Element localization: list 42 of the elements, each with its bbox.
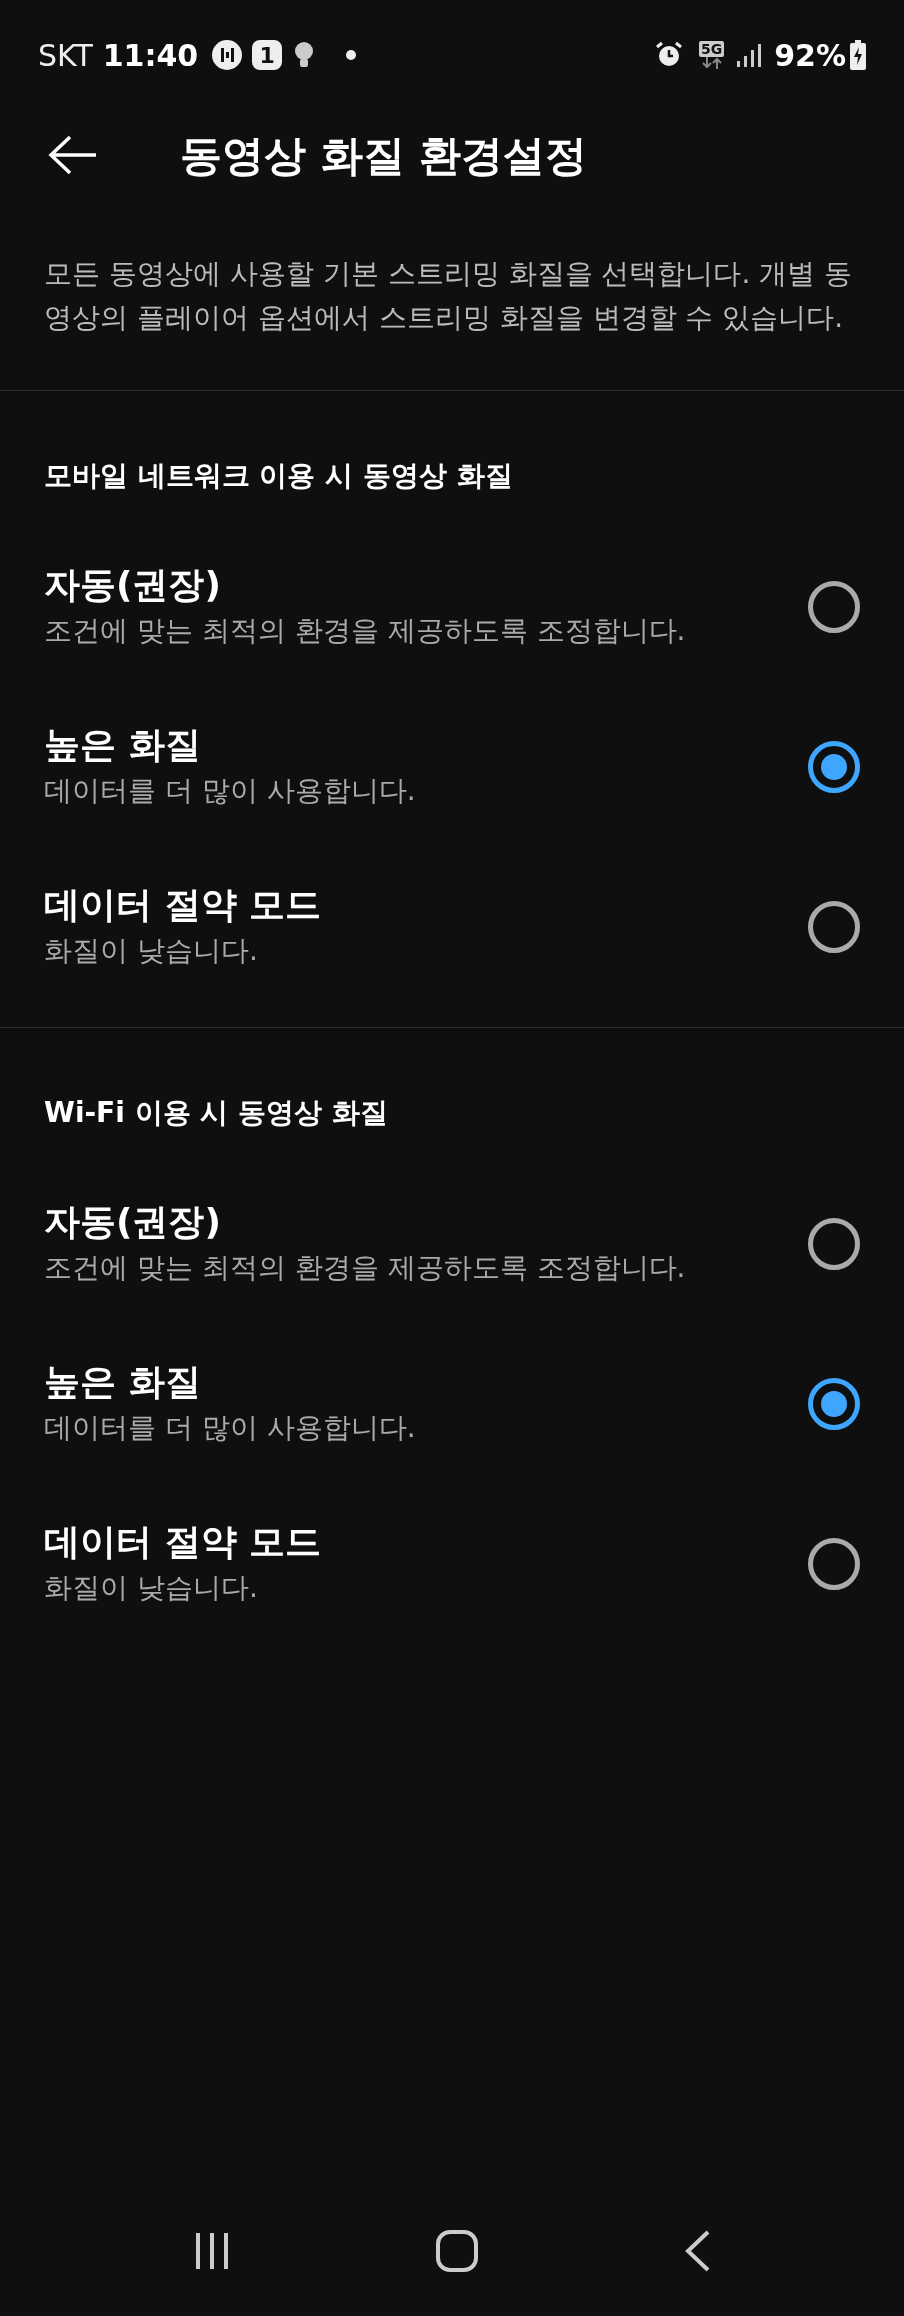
option-title: 높은 화질 — [44, 1360, 202, 1404]
app-icon — [212, 40, 243, 70]
option-title: 데이터 절약 모드 — [44, 1520, 323, 1564]
radio-button[interactable] — [808, 1378, 860, 1430]
section-header: Wi-Fi 이용 시 동영상 화질 — [43, 1095, 389, 1131]
radio-button[interactable] — [808, 901, 860, 953]
radio-button[interactable] — [808, 1218, 860, 1270]
option-description: 조건에 맞는 최적의 환경을 제공하도록 조정합니다. — [44, 1250, 687, 1286]
bulb-icon — [294, 41, 315, 69]
option-description: 데이터를 더 많이 사용합니다. — [44, 1410, 417, 1446]
option-title: 자동(권장) — [44, 1200, 222, 1244]
time: 11:40 — [102, 36, 199, 75]
quality-option[interactable]: 자동(권장) 조건에 맞는 최적의 환경을 제공하도록 조정합니다. — [0, 527, 904, 687]
battery-charging-icon — [850, 40, 866, 70]
notification-badge: 1 — [252, 40, 283, 70]
radio-button[interactable] — [808, 1538, 860, 1590]
alarm-icon — [654, 41, 683, 69]
option-title: 자동(권장) — [44, 563, 222, 607]
radio-button[interactable] — [808, 581, 860, 633]
section-header: 모바일 네트워크 이용 시 동영상 화질 — [43, 458, 514, 494]
home-icon[interactable] — [435, 2229, 479, 2273]
quality-option[interactable]: 데이터 절약 모드 화질이 낮습니다. — [0, 847, 904, 1007]
option-description: 화질이 낮습니다. — [44, 933, 259, 969]
battery-percent: 92% — [774, 36, 846, 75]
carrier: SKT — [38, 36, 93, 75]
dot-icon — [346, 50, 357, 60]
description: 모든 동영상에 사용할 기본 스트리밍 화질을 선택합니다. 개별 동영상의 플레이어 옵션에서 스트리밍 화질을 변경할 수 있습니다. — [43, 256, 854, 336]
page-title: 동영상 화질 환경설정 — [180, 129, 588, 182]
network-type: 5G — [698, 41, 725, 57]
option-title: 데이터 절약 모드 — [44, 883, 323, 927]
data-arrows-icon — [700, 57, 723, 69]
back-arrow-icon[interactable] — [48, 135, 98, 175]
option-title: 높은 화질 — [44, 723, 202, 767]
option-description: 데이터를 더 많이 사용합니다. — [44, 773, 417, 809]
radio-button[interactable] — [808, 741, 860, 793]
quality-option[interactable]: 높은 화질 데이터를 더 많이 사용합니다. — [0, 687, 904, 847]
quality-option[interactable]: 데이터 절약 모드 화질이 낮습니다. — [0, 1484, 904, 1644]
quality-option[interactable]: 자동(권장) 조건에 맞는 최적의 환경을 제공하도록 조정합니다. — [0, 1164, 904, 1324]
signal-icon — [736, 42, 763, 68]
option-description: 조건에 맞는 최적의 환경을 제공하도록 조정합니다. — [44, 613, 687, 649]
option-description: 화질이 낮습니다. — [44, 1570, 259, 1606]
quality-option[interactable]: 높은 화질 데이터를 더 많이 사용합니다. — [0, 1324, 904, 1484]
